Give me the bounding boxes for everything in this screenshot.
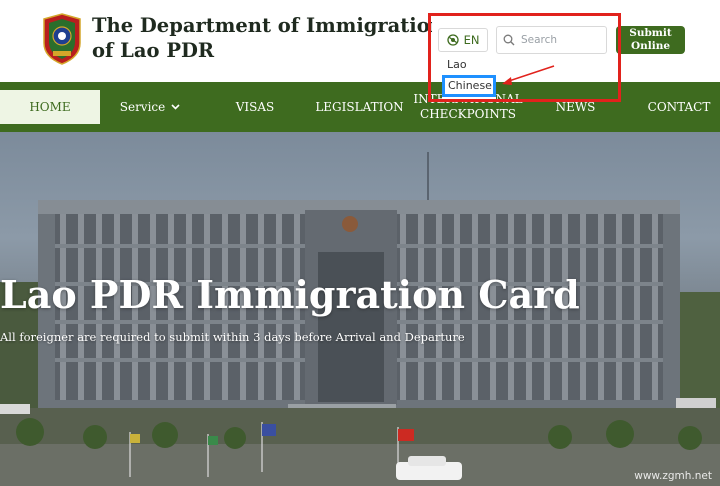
nav-legislation[interactable]: LEGISLATION bbox=[312, 82, 407, 132]
language-current: EN bbox=[463, 33, 480, 47]
language-selector[interactable]: EN bbox=[438, 28, 488, 52]
nav-home[interactable]: HOME bbox=[0, 90, 100, 124]
submit-online-line1: Submit bbox=[629, 27, 672, 39]
language-option-lao[interactable]: Lao bbox=[447, 58, 467, 71]
nav-service-label: Service bbox=[119, 99, 166, 114]
watermark: www.zgmh.net bbox=[634, 470, 712, 482]
nav-checkpoints-line2: CHECKPOINTS bbox=[420, 107, 516, 121]
nav-home-label: HOME bbox=[29, 99, 71, 114]
nav-news-label: NEWS bbox=[555, 99, 596, 114]
search-box[interactable] bbox=[496, 26, 607, 54]
site-title[interactable]: The Department of Immigration of Lao PDR bbox=[92, 13, 432, 63]
search-icon bbox=[503, 34, 515, 46]
nav-service[interactable]: Service bbox=[110, 82, 190, 132]
globe-icon bbox=[446, 34, 459, 46]
nav-visas[interactable]: VISAS bbox=[220, 82, 290, 132]
main-nav: HOME Service VISAS LEGISLATION INTERNATI… bbox=[0, 82, 720, 132]
submit-online-line2: Online bbox=[630, 40, 671, 52]
search-input[interactable] bbox=[521, 34, 599, 46]
hero-title: Lao PDR Immigration Card bbox=[0, 272, 580, 317]
hero-subtitle: All foreigner are required to submit wit… bbox=[0, 330, 465, 344]
site-title-line2: of Lao PDR bbox=[92, 39, 215, 62]
nav-news[interactable]: NEWS bbox=[548, 82, 603, 132]
language-option-chinese[interactable]: Chinese bbox=[442, 75, 496, 97]
submit-online-button[interactable]: Submit Online bbox=[616, 26, 685, 54]
hero-banner: Lao PDR Immigration Card All foreigner a… bbox=[0, 132, 720, 486]
lao-emblem-logo[interactable] bbox=[40, 13, 84, 65]
site-title-line1: The Department of Immigration bbox=[92, 14, 432, 37]
nav-visas-label: VISAS bbox=[235, 99, 275, 114]
nav-contact[interactable]: CONTACT bbox=[640, 82, 718, 132]
nav-contact-label: CONTACT bbox=[647, 99, 711, 114]
chevron-down-icon bbox=[171, 104, 180, 110]
nav-legislation-label: LEGISLATION bbox=[315, 99, 404, 114]
language-dropdown: Lao Chinese bbox=[442, 54, 496, 100]
site-header: The Department of Immigration of Lao PDR… bbox=[0, 0, 720, 82]
